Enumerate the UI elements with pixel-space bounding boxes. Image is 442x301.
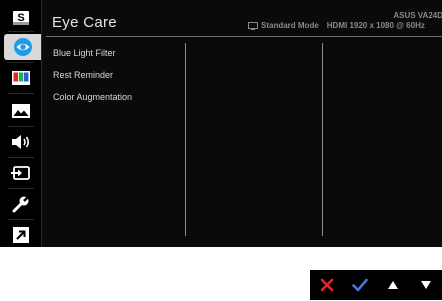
model-name: ASUS VA24D	[393, 11, 442, 20]
sidebar-divider	[8, 31, 34, 32]
page-title: Eye Care	[52, 14, 117, 31]
mode-info: Standard Mode HDMI 1920 x 1080 @ 60Hz	[248, 21, 425, 30]
sidebar-item-color[interactable]	[0, 65, 41, 91]
column-divider	[185, 43, 186, 236]
sidebar-item-system-setup[interactable]	[0, 191, 41, 217]
image-icon	[11, 104, 30, 118]
sidebar-item-shortcut[interactable]	[0, 222, 41, 248]
up-button[interactable]	[379, 271, 407, 299]
sound-icon	[11, 135, 29, 149]
shortcut-icon	[12, 227, 29, 243]
column-divider	[322, 43, 323, 236]
splendid-icon: S	[12, 11, 29, 25]
color-icon	[11, 71, 30, 85]
sidebar-item-image[interactable]	[0, 98, 41, 124]
resolution-info: HDMI 1920 x 1080 @ 60Hz	[326, 21, 425, 30]
sidebar: S	[0, 0, 41, 247]
up-arrow-icon	[387, 281, 398, 289]
sidebar-item-eye-care[interactable]	[4, 34, 41, 60]
sidebar-divider	[8, 93, 34, 94]
wrench-icon	[12, 195, 30, 213]
sidebar-item-input-select[interactable]	[0, 160, 41, 186]
osd-menu: S Eye Care ASUS VA24D Standard Mode HDMI…	[0, 0, 442, 247]
confirm-button[interactable]	[346, 271, 374, 299]
main-panel: Eye Care ASUS VA24D Standard Mode HDMI 1…	[41, 0, 442, 247]
splendid-letter: S	[17, 12, 24, 24]
sidebar-divider	[8, 188, 34, 189]
sidebar-divider	[8, 62, 34, 63]
menu-item-rest-reminder[interactable]: Rest Reminder	[53, 70, 113, 80]
navigation-key-bar	[310, 270, 442, 300]
eye-care-icon	[13, 38, 32, 56]
header-divider	[46, 36, 442, 37]
down-arrow-icon	[420, 281, 431, 289]
close-button[interactable]	[313, 271, 341, 299]
monitor-icon	[248, 21, 258, 30]
sidebar-divider	[8, 126, 34, 127]
down-button[interactable]	[412, 271, 440, 299]
sidebar-divider	[8, 219, 34, 220]
menu-item-blue-light-filter[interactable]: Blue Light Filter	[53, 48, 116, 58]
current-mode: Standard Mode	[261, 21, 319, 30]
input-select-icon	[10, 166, 30, 180]
menu-item-color-augmentation[interactable]: Color Augmentation	[53, 92, 132, 102]
sidebar-divider	[8, 157, 34, 158]
check-icon	[351, 278, 368, 292]
sidebar-item-splendid[interactable]: S	[0, 5, 41, 31]
close-icon	[320, 278, 333, 292]
sidebar-item-sound[interactable]	[0, 129, 41, 155]
